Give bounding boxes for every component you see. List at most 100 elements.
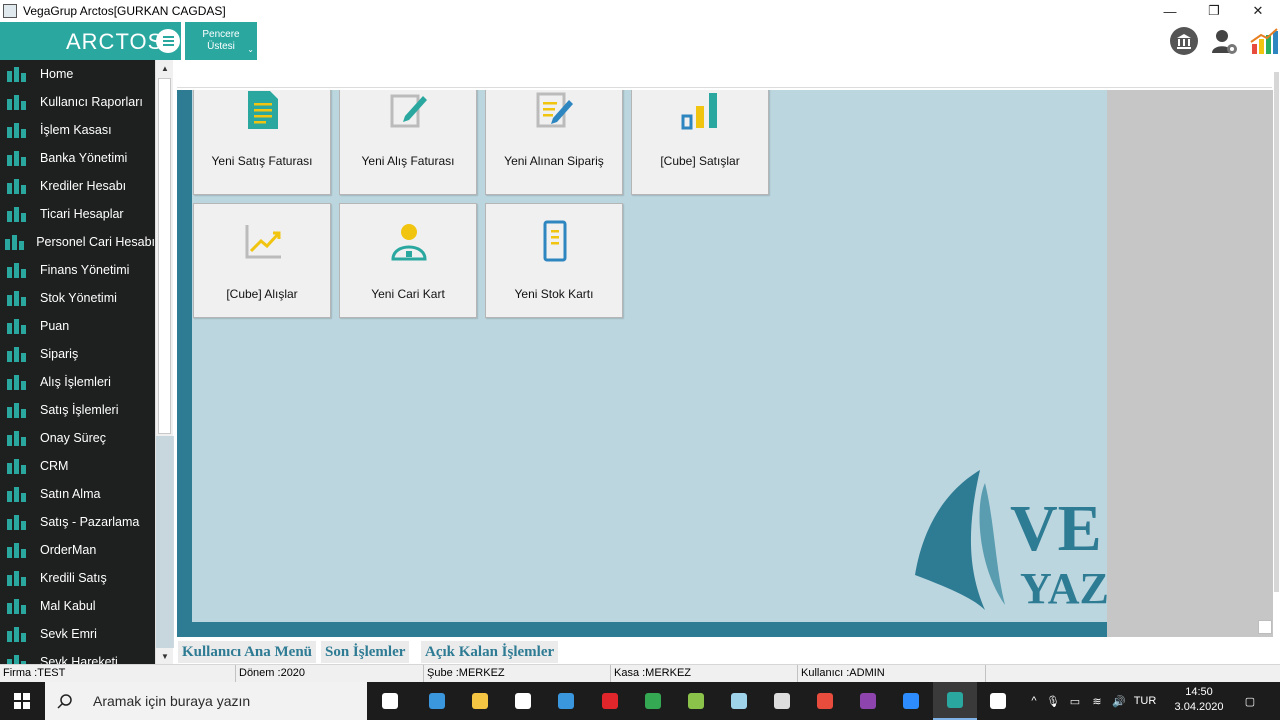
scroll-down-icon[interactable]: ▼ [156, 648, 174, 664]
tab-recent-operations[interactable]: Son İşlemler [321, 641, 410, 663]
file-explorer-icon[interactable] [458, 682, 502, 720]
tile-button[interactable]: Yeni Stok Kartı [485, 203, 623, 318]
sidebar-item[interactable]: Satın Alma [0, 480, 155, 508]
mail-icon[interactable] [544, 682, 588, 720]
photo-app-icon[interactable] [803, 682, 847, 720]
microphone-icon[interactable]: 🎙 [1042, 695, 1064, 708]
volume-icon[interactable]: 🔊 [1108, 695, 1130, 708]
sidebar-item-label: Sevk Emri [40, 627, 97, 641]
tab-open-operations[interactable]: Açık Kalan İşlemler [421, 641, 559, 663]
watermark-text-1: VE [1010, 492, 1102, 565]
sales-invoice-icon [238, 90, 288, 135]
sidebar-item[interactable]: Satış İşlemleri [0, 396, 155, 424]
watermark-text-2: YAZ [1020, 564, 1107, 613]
customer-card-icon [384, 216, 434, 266]
sidebar-item[interactable]: İşlem Kasası [0, 116, 155, 144]
visual-studio-icon[interactable] [846, 682, 890, 720]
sidebar-item[interactable]: OrderMan [0, 536, 155, 564]
tile-button[interactable]: Yeni Cari Kart [339, 203, 477, 318]
chrome-icon[interactable] [631, 682, 675, 720]
task-view-icon[interactable] [368, 682, 412, 720]
battery-icon[interactable]: ▭ [1064, 695, 1086, 708]
windows-start-icon[interactable] [0, 682, 44, 720]
sidebar-item-label: Kullanıcı Raporları [40, 95, 143, 109]
buy-icon [3, 483, 29, 505]
sales-icon [3, 399, 29, 421]
clock[interactable]: 14:50 3.04.2020 [1170, 685, 1228, 715]
points-icon [3, 315, 29, 337]
wifi-icon[interactable]: ≋ [1086, 695, 1108, 708]
sidebar-item[interactable]: Puan [0, 312, 155, 340]
window-list-label-2: Üstesi [207, 41, 235, 52]
tile-button[interactable]: [Cube] Satışlar [631, 90, 769, 195]
sidebar-item[interactable]: Onay Süreç [0, 424, 155, 452]
sidebar-item[interactable]: Sipariş [0, 340, 155, 368]
sidebar-item[interactable]: Krediler Hesabı [0, 172, 155, 200]
zoom-icon[interactable] [889, 682, 933, 720]
status-sube: Şube :MERKEZ [424, 665, 611, 683]
notification-icon[interactable]: ▢ [1236, 682, 1264, 720]
tab-user-main-menu[interactable]: Kullanıcı Ana Menü [178, 641, 317, 663]
sidebar-item-label: Banka Yönetimi [40, 151, 128, 165]
edge-icon[interactable] [415, 682, 459, 720]
scrollbar-thumb[interactable] [158, 78, 171, 434]
minimize-button[interactable]: — [1148, 0, 1192, 22]
sidebar-item[interactable]: Kullanıcı Raporları [0, 88, 155, 116]
menu-toggle-icon[interactable] [156, 29, 180, 53]
status-kullanici: Kullanıcı :ADMIN [798, 665, 986, 683]
tray-expand-icon[interactable]: ^ [1026, 695, 1042, 707]
sidebar-item[interactable]: Mal Kabul [0, 592, 155, 620]
tile-button[interactable]: Yeni Satış Faturası [193, 90, 331, 195]
sidebar-scrollbar[interactable]: ▲ ▼ [155, 60, 174, 664]
sidebar-item[interactable]: Finans Yönetimi [0, 256, 155, 284]
sidebar-item[interactable]: Sevk Emri [0, 620, 155, 648]
user-settings-icon[interactable] [1208, 25, 1240, 57]
sidebar-item-label: Personel Cari Hesabı [36, 235, 155, 249]
sidebar-item[interactable]: Alış İşlemleri [0, 368, 155, 396]
sidebar-item[interactable]: Kredili Satış [0, 564, 155, 592]
store-icon[interactable] [501, 682, 545, 720]
tool-icon[interactable] [760, 682, 804, 720]
sidebar-item-label: CRM [40, 459, 69, 473]
sidebar-item[interactable]: Stok Yönetimi [0, 284, 155, 312]
sidebar-item-label: OrderMan [40, 543, 97, 557]
home-icon [3, 63, 29, 85]
sidebar-item[interactable]: Sevk Hareketi [0, 648, 155, 664]
main-scrollbar[interactable] [1273, 62, 1280, 637]
vega-watermark-logo: VE YAZ [915, 470, 1107, 613]
bank-chart-icon [3, 147, 29, 169]
bar-chart-icon [676, 90, 726, 135]
app-icon [3, 4, 17, 18]
window-title: VegaGrup Arctos[GURKAN CAGDAS] [23, 4, 226, 18]
tile-button[interactable]: [Cube] Alışlar [193, 203, 331, 318]
tile-button[interactable]: Yeni Alınan Sipariş [485, 90, 623, 195]
restore-button[interactable]: ❐ [1192, 0, 1236, 22]
sidebar-item[interactable]: Personel Cari Hesabı [0, 228, 155, 256]
close-button[interactable]: ✕ [1236, 0, 1280, 22]
chart-icon[interactable] [1248, 25, 1280, 57]
notepad-plus-icon[interactable] [674, 682, 718, 720]
scroll-up-icon[interactable]: ▲ [156, 60, 174, 76]
sidebar-item[interactable]: CRM [0, 452, 155, 480]
stock-icon [3, 287, 29, 309]
window-list-label-1: Pencere [202, 29, 240, 40]
goods-receipt-icon [3, 595, 29, 617]
credit-card-icon [3, 175, 29, 197]
window-list-button[interactable]: Pencere Üstesi ⌄ [185, 22, 257, 60]
sidebar-item[interactable]: Home [0, 60, 155, 88]
sidebar-item[interactable]: Satış - Pazarlama [0, 508, 155, 536]
bank-icon[interactable] [1168, 25, 1200, 57]
opera-icon[interactable] [588, 682, 632, 720]
sidebar-item-label: İşlem Kasası [40, 123, 112, 137]
tile-label: Yeni Satış Faturası [211, 154, 313, 168]
document-icon[interactable] [976, 682, 1020, 720]
tile-button[interactable]: Yeni Alış Faturası [339, 90, 477, 195]
taskbar-search[interactable]: Aramak için buraya yazın [45, 682, 367, 720]
arctos-icon[interactable] [933, 682, 977, 720]
sidebar-item-label: Finans Yönetimi [40, 263, 130, 277]
app-icon[interactable] [717, 682, 761, 720]
sidebar-item[interactable]: Banka Yönetimi [0, 144, 155, 172]
system-tray: ^ 🎙 ▭ ≋ 🔊 TUR [1026, 682, 1160, 720]
language-indicator[interactable]: TUR [1130, 695, 1160, 707]
sidebar-item[interactable]: Ticari Hesaplar [0, 200, 155, 228]
